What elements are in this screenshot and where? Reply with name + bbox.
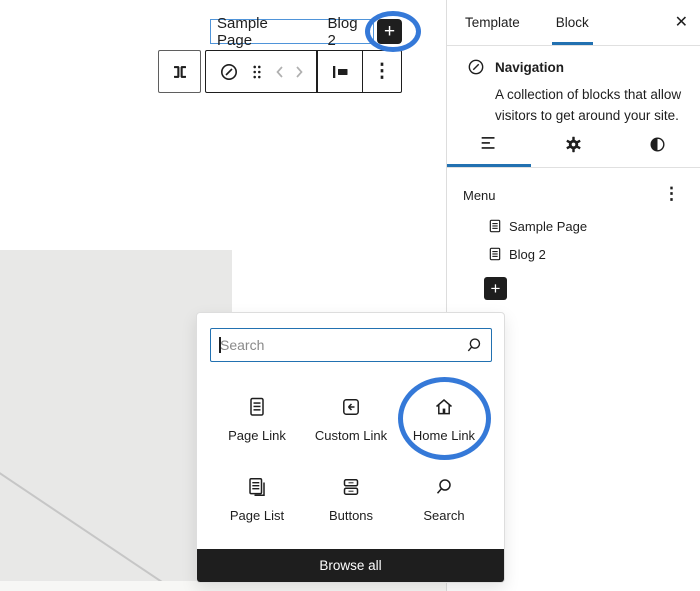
sidebar-tabs: Template Block ✕ <box>447 0 700 46</box>
move-right-button[interactable] <box>292 64 306 80</box>
tab-template[interactable]: Template <box>461 0 524 45</box>
text-caret <box>219 337 221 353</box>
menu-item-sample-page[interactable]: Sample Page <box>487 218 587 234</box>
menu-heading: Menu <box>463 188 496 203</box>
inserter-item-label: Search <box>423 508 465 523</box>
styles-half-circle-icon <box>650 137 665 152</box>
gear-icon <box>566 136 581 153</box>
drag-handle-icon <box>252 65 261 78</box>
page-icon <box>489 247 501 261</box>
page-icon <box>489 219 501 233</box>
block-inserter-popup: Page Link Custom Link Home Link <box>196 312 505 583</box>
add-block-button[interactable]: + <box>377 19 402 44</box>
navigation-block-type-button[interactable] <box>217 60 241 84</box>
menu-item-blog-2[interactable]: Blog 2 <box>487 246 546 262</box>
navigation-icon <box>220 63 237 80</box>
menu-item-label: Blog 2 <box>509 246 546 262</box>
nav-menu-item-sample-page[interactable]: Sample Page <box>217 15 301 49</box>
menu-options-button[interactable]: ⋮ <box>663 185 680 202</box>
inspector-tabs <box>447 122 700 168</box>
inserter-item-page-list[interactable]: Page List <box>210 461 304 537</box>
block-toolbar: ⋮ <box>205 50 402 93</box>
search-block-icon <box>436 479 451 494</box>
tab-list-view[interactable] <box>447 122 532 167</box>
inserter-item-home-link[interactable]: Home Link <box>397 381 491 457</box>
tab-settings[interactable] <box>531 122 615 167</box>
list-view-icon <box>481 137 495 149</box>
search-input[interactable] <box>210 328 492 362</box>
inserter-item-buttons[interactable]: Buttons <box>304 461 398 537</box>
drag-handle[interactable] <box>246 61 268 83</box>
navigation-block-selected[interactable]: Sample Page Blog 2 <box>210 15 374 49</box>
inserter-item-page-link[interactable]: Page Link <box>210 381 304 457</box>
block-options-button[interactable]: ⋮ <box>373 62 392 81</box>
inserter-item-custom-link[interactable]: Custom Link <box>304 381 398 457</box>
navigation-block-icon <box>466 57 486 77</box>
chevron-left-icon <box>275 65 283 78</box>
toolbar-options-segment: ⋮ <box>363 51 401 92</box>
inserter-item-label: Buttons <box>328 508 374 523</box>
toolbar-main-segment <box>206 51 316 92</box>
close-sidebar-button[interactable]: ✕ <box>675 12 688 32</box>
chevron-right-icon <box>295 65 303 78</box>
page-list-icon <box>249 478 265 496</box>
justify-left-icon <box>332 65 347 78</box>
parent-selector-icon <box>173 65 186 78</box>
block-card-title: Navigation <box>495 60 565 75</box>
inserter-item-label: Custom Link <box>314 428 388 443</box>
inserter-item-label: Page List <box>229 508 285 523</box>
menu-item-label: Sample Page <box>509 218 588 234</box>
inserter-item-search[interactable]: Search <box>397 461 491 537</box>
tab-block[interactable]: Block <box>551 0 593 45</box>
move-left-button[interactable] <box>273 64 287 80</box>
sidebar-add-block-button[interactable]: + <box>484 277 507 300</box>
home-link-icon <box>436 399 452 415</box>
wordpress-block-editor: Sample Page Blog 2 + ⋮ Template Block ✕ … <box>0 0 700 591</box>
page-link-icon <box>250 397 264 416</box>
custom-link-icon <box>343 399 359 415</box>
toolbar-justify-segment <box>318 51 362 92</box>
buttons-icon <box>343 479 359 495</box>
inserter-item-label: Page Link <box>228 428 286 443</box>
block-card-description: A collection of blocks that allow visito… <box>495 87 682 123</box>
nav-menu-item-blog-2[interactable]: Blog 2 <box>328 15 367 49</box>
browse-all-button[interactable]: Browse all <box>197 549 504 582</box>
search-field-wrapper <box>210 328 492 362</box>
select-parent-block-button[interactable] <box>158 50 201 93</box>
justify-items-button[interactable] <box>328 60 352 84</box>
inserter-item-label: Home Link <box>412 428 476 443</box>
tab-styles[interactable] <box>616 122 700 167</box>
